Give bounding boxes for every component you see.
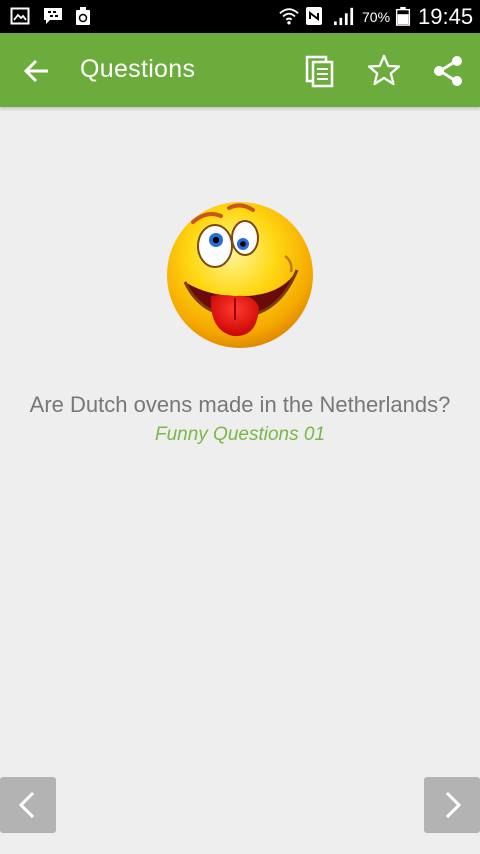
screen: 70% 19:45 Questions Are Dutch ovens made… [0,0,480,854]
star-icon[interactable] [364,51,404,91]
battery-icon [395,6,411,26]
status-bar: 70% 19:45 [0,0,480,33]
chevron-left-icon [18,791,35,819]
tongue-out-emoji-icon [167,202,313,348]
back-arrow-icon[interactable] [18,52,56,90]
copy-icon[interactable] [300,51,340,91]
nfc-icon [306,7,322,25]
clock: 19:45 [418,4,474,29]
recycle-icon [76,7,90,25]
gallery-icon [10,7,30,25]
bbm-icon [44,8,62,24]
battery-percent: 70% [362,9,391,25]
share-icon[interactable] [428,51,468,91]
page-title: Questions [80,55,196,83]
signal-icon [334,7,354,26]
category-label: Funny Questions 01 [154,424,326,445]
wifi-icon [279,8,299,25]
chevron-right-icon [445,791,462,819]
next-button[interactable] [424,777,480,833]
question-text: Are Dutch ovens made in the Netherlands? [29,392,451,417]
app-bar: Questions [0,33,480,107]
previous-button[interactable] [0,777,56,833]
